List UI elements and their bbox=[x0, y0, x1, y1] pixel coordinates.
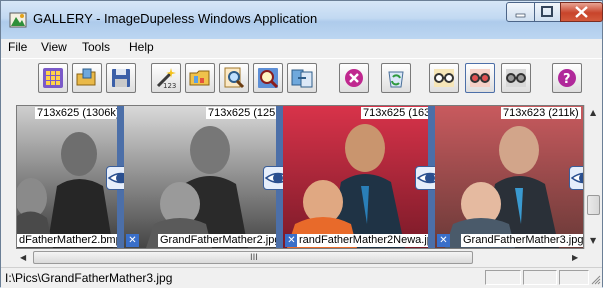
menu-bar: File View Tools Help bbox=[1, 39, 602, 57]
minimize-icon bbox=[515, 13, 526, 18]
thumbnail-size: 713x625 (1306k) bbox=[35, 107, 122, 119]
vertical-scroll-thumb[interactable] bbox=[587, 195, 600, 215]
folder-tree-button[interactable] bbox=[185, 63, 215, 93]
thumbnail-item[interactable]: ✕ 713x625 (163k) randFatherMather2Newa.j… bbox=[283, 106, 442, 248]
scroll-up-icon[interactable]: ▲ bbox=[590, 108, 596, 117]
status-path: I:\Pics\GrandFatherMather3.jpg bbox=[5, 271, 173, 285]
thumbnail-image[interactable] bbox=[435, 106, 584, 248]
glasses-red-button[interactable] bbox=[465, 63, 495, 93]
menu-file[interactable]: File bbox=[8, 40, 27, 54]
status-panel bbox=[485, 270, 521, 285]
search-page-button[interactable] bbox=[219, 63, 249, 93]
title-bar[interactable]: GALLERY - ImageDupeless Windows Applicat… bbox=[1, 1, 603, 39]
compare-icon bbox=[291, 69, 313, 88]
maximize-button[interactable] bbox=[534, 2, 561, 22]
thumbnail-item[interactable]: ✕ 713x623 (211k) GrandFatherMather3.jpg bbox=[435, 106, 584, 248]
open-folder-button[interactable] bbox=[72, 63, 102, 93]
app-icon bbox=[9, 12, 27, 28]
glasses-gray-button[interactable] bbox=[501, 63, 531, 93]
exclude-toggle[interactable]: ✕ bbox=[437, 234, 450, 247]
thumbnail-item[interactable]: 713x625 (1306k) dFatherMather2.bmp bbox=[17, 106, 124, 248]
glasses-red-icon bbox=[470, 69, 490, 87]
recycle-button[interactable] bbox=[381, 63, 411, 93]
resize-grip-icon[interactable] bbox=[590, 274, 601, 285]
thumbnail-image[interactable] bbox=[283, 106, 428, 248]
svg-text:?: ? bbox=[563, 72, 571, 87]
exclude-toggle[interactable]: ✕ bbox=[126, 234, 139, 247]
search-page-icon bbox=[224, 67, 245, 89]
close-icon bbox=[575, 6, 588, 18]
scroll-grip: III bbox=[250, 253, 258, 263]
status-bar: I:\Pics\GrandFatherMather3.jpg bbox=[1, 267, 602, 288]
help-icon: ? bbox=[558, 69, 576, 87]
vertical-scrollbar[interactable]: ▲ ▼ bbox=[584, 105, 602, 249]
help-button[interactable]: ? bbox=[552, 63, 582, 93]
folder-tree-icon bbox=[189, 70, 210, 86]
magic-wand-button[interactable]: 123 bbox=[151, 63, 181, 93]
status-panel bbox=[559, 270, 589, 285]
scroll-right-icon[interactable]: ▶ bbox=[572, 253, 578, 262]
eye-icon bbox=[570, 172, 583, 184]
open-folder-icon bbox=[76, 68, 96, 86]
thumbnail-image[interactable] bbox=[124, 106, 276, 248]
menu-tools[interactable]: Tools bbox=[82, 40, 110, 54]
thumbnail-item[interactable]: ✕ 713x625 (125k) GrandFatherMather2.jpg bbox=[124, 106, 287, 248]
compare-eye-button[interactable] bbox=[569, 166, 583, 190]
save-button[interactable] bbox=[106, 63, 136, 93]
status-panel bbox=[523, 270, 557, 285]
scroll-down-icon[interactable]: ▼ bbox=[590, 236, 596, 245]
app-window: GALLERY - ImageDupeless Windows Applicat… bbox=[0, 0, 603, 288]
maximize-icon bbox=[541, 6, 553, 17]
delete-button[interactable] bbox=[339, 63, 369, 93]
grid-button[interactable] bbox=[38, 63, 68, 93]
search-grid-button[interactable] bbox=[253, 63, 283, 93]
toolbar: 123 ? bbox=[1, 58, 602, 103]
thumbnail-gallery[interactable]: 713x625 (1306k) dFatherMather2.bmp ✕ 713… bbox=[16, 105, 584, 249]
compare-button[interactable] bbox=[287, 63, 317, 93]
thumbnail-size: 713x623 (211k) bbox=[501, 107, 581, 119]
glasses-button[interactable] bbox=[429, 63, 459, 93]
grid-icon bbox=[43, 68, 63, 88]
thumbnail-filename: dFatherMather2.bmp bbox=[17, 234, 124, 247]
delete-icon bbox=[345, 69, 363, 87]
thumbnail-filename: GrandFatherMather2.jpg bbox=[158, 234, 283, 247]
window-title: GALLERY - ImageDupeless Windows Applicat… bbox=[33, 11, 318, 26]
save-disk-icon bbox=[112, 69, 130, 87]
scroll-left-icon[interactable]: ◀ bbox=[20, 253, 26, 262]
thumbnail-size: 713x625 (125k) bbox=[206, 107, 287, 119]
menu-view[interactable]: View bbox=[41, 40, 67, 54]
horizontal-scrollbar[interactable]: ◀ III ▶ bbox=[16, 249, 584, 266]
magic-wand-icon: 123 bbox=[156, 68, 176, 90]
thumbnail-image[interactable] bbox=[17, 106, 117, 248]
close-button[interactable] bbox=[560, 2, 603, 22]
thumbnail-filename: randFatherMather2Newa.jpg bbox=[297, 234, 442, 247]
glasses-icon bbox=[434, 69, 454, 87]
recycle-icon bbox=[388, 71, 404, 88]
thumbnail-filename: GrandFatherMather3.jpg bbox=[461, 234, 584, 247]
minimize-button[interactable] bbox=[506, 2, 535, 22]
svg-text:123: 123 bbox=[163, 82, 176, 90]
search-grid-icon bbox=[258, 68, 279, 89]
glasses-gray-icon bbox=[506, 69, 526, 87]
horizontal-scroll-thumb[interactable]: III bbox=[33, 251, 473, 264]
menu-help[interactable]: Help bbox=[129, 40, 154, 54]
